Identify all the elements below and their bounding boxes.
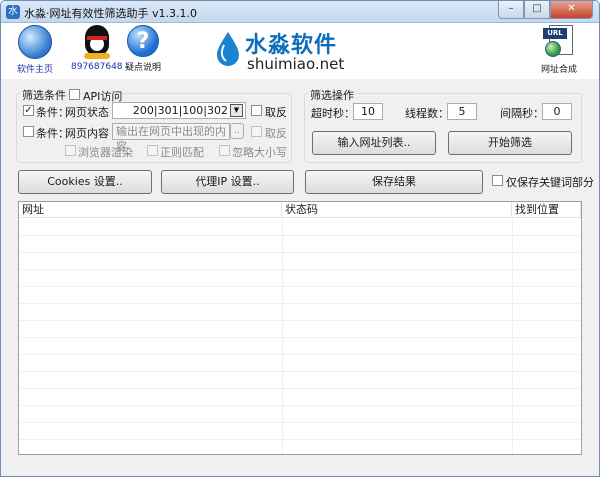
url-compose-link[interactable]: URL 网址合成 — [541, 25, 577, 75]
content-browse-button[interactable]: .. — [230, 123, 244, 139]
help-label: 疑点说明 — [125, 63, 162, 73]
url-document-icon: URL — [543, 25, 575, 59]
condition2-invert-checkbox[interactable] — [251, 126, 262, 137]
list-row — [19, 389, 581, 406]
cookies-settings-button[interactable]: Cookies 设置.. — [18, 170, 152, 194]
window-controls: – □ ✕ — [498, 1, 593, 19]
title-bar: 水 水淼·网址有效性筛选助手 v1.3.1.0 – □ ✕ — [1, 1, 599, 23]
browser-render-checkbox[interactable] — [65, 145, 76, 156]
list-row — [19, 287, 581, 304]
results-rows — [19, 219, 581, 454]
list-row — [19, 406, 581, 423]
column-divider — [512, 219, 513, 454]
timeout-input[interactable]: 10 — [353, 103, 383, 120]
start-filter-button[interactable]: 开始筛选 — [448, 131, 572, 155]
status-code-combo[interactable]: 200|301|100|302 — [112, 102, 246, 119]
list-row — [19, 355, 581, 372]
list-row — [19, 219, 581, 236]
brand-logo: 水淼软件 shuimiao.net — [215, 27, 355, 75]
condition2-invert-label: 取反 — [265, 127, 287, 140]
qq-penguin-icon — [82, 25, 112, 59]
url-tag: URL — [543, 28, 567, 39]
results-list-header: 网址 状态码 找到位置 — [19, 202, 581, 218]
regex-checkbox[interactable] — [147, 145, 158, 156]
qq-label: 897687648 — [71, 62, 123, 72]
filter-conditions-legend: 筛选条件 — [20, 87, 68, 103]
condition1-field-label: 网页状态 — [65, 106, 109, 119]
column-divider — [282, 219, 283, 454]
api-access-checkbox[interactable] — [69, 89, 80, 100]
minimize-button[interactable]: – — [498, 1, 524, 19]
condition2-checkbox[interactable] — [23, 126, 34, 137]
list-row — [19, 304, 581, 321]
help-icon: ? — [127, 25, 159, 57]
window-title: 水淼·网址有效性筛选助手 v1.3.1.0 — [24, 7, 197, 20]
filter-operation-legend: 筛选操作 — [308, 87, 356, 103]
threads-input[interactable]: 5 — [447, 103, 477, 120]
logo-english-text: shuimiao.net — [247, 55, 345, 73]
url-compose-label: 网址合成 — [541, 65, 578, 75]
header-bar: 软件主页 897687648 ? 疑点说明 水淼软件 shuimiao.net … — [1, 23, 599, 79]
home-label: 软件主页 — [17, 65, 54, 75]
timeout-label: 超时秒： — [311, 107, 355, 120]
keyword-only-checkbox[interactable] — [492, 175, 503, 186]
ignore-case-label: 忽略大小写 — [232, 146, 287, 159]
condition2-field-label: 网页内容 — [65, 127, 109, 140]
interval-input[interactable]: 0 — [542, 103, 572, 120]
list-row — [19, 253, 581, 270]
ignore-case-checkbox[interactable] — [219, 145, 230, 156]
interval-label: 间隔秒： — [500, 107, 544, 120]
globe-icon — [18, 25, 52, 59]
list-row — [19, 270, 581, 287]
proxy-ip-settings-button[interactable]: 代理IP 设置.. — [161, 170, 294, 194]
water-drop-icon — [217, 32, 239, 66]
app-icon: 水 — [6, 5, 20, 19]
browser-render-label: 浏览器渲染 — [78, 146, 133, 159]
column-url-header[interactable]: 网址 — [19, 202, 282, 218]
save-results-button[interactable]: 保存结果 — [305, 170, 483, 194]
condition1-invert-checkbox[interactable] — [251, 105, 262, 116]
maximize-button[interactable]: □ — [524, 1, 550, 19]
import-url-list-button[interactable]: 输入网址列表.. — [312, 131, 436, 155]
list-row — [19, 236, 581, 253]
list-row — [19, 321, 581, 338]
column-status-header[interactable]: 状态码 — [282, 202, 512, 218]
condition1-checkbox[interactable]: ✓ — [23, 105, 34, 116]
regex-label: 正则匹配 — [160, 146, 204, 159]
list-row — [19, 372, 581, 389]
condition1-invert-label: 取反 — [265, 106, 287, 119]
chevron-down-icon[interactable]: ▼ — [230, 104, 243, 117]
results-list[interactable]: 网址 状态码 找到位置 — [18, 201, 582, 455]
list-row — [19, 338, 581, 355]
threads-label: 线程数： — [405, 107, 449, 120]
help-link[interactable]: ? 疑点说明 — [125, 25, 161, 73]
home-link[interactable]: 软件主页 — [17, 25, 53, 75]
main-window: 水 水淼·网址有效性筛选助手 v1.3.1.0 – □ ✕ 软件主页 89768… — [0, 0, 600, 477]
list-row — [19, 423, 581, 440]
page-content-input[interactable]: 输出在网页中出现的内容 — [112, 123, 230, 153]
keyword-only-label: 仅保存关键词部分 — [506, 176, 594, 189]
close-button[interactable]: ✕ — [550, 1, 593, 19]
qq-link[interactable]: 897687648 — [71, 25, 123, 72]
column-position-header[interactable]: 找到位置 — [512, 202, 581, 218]
